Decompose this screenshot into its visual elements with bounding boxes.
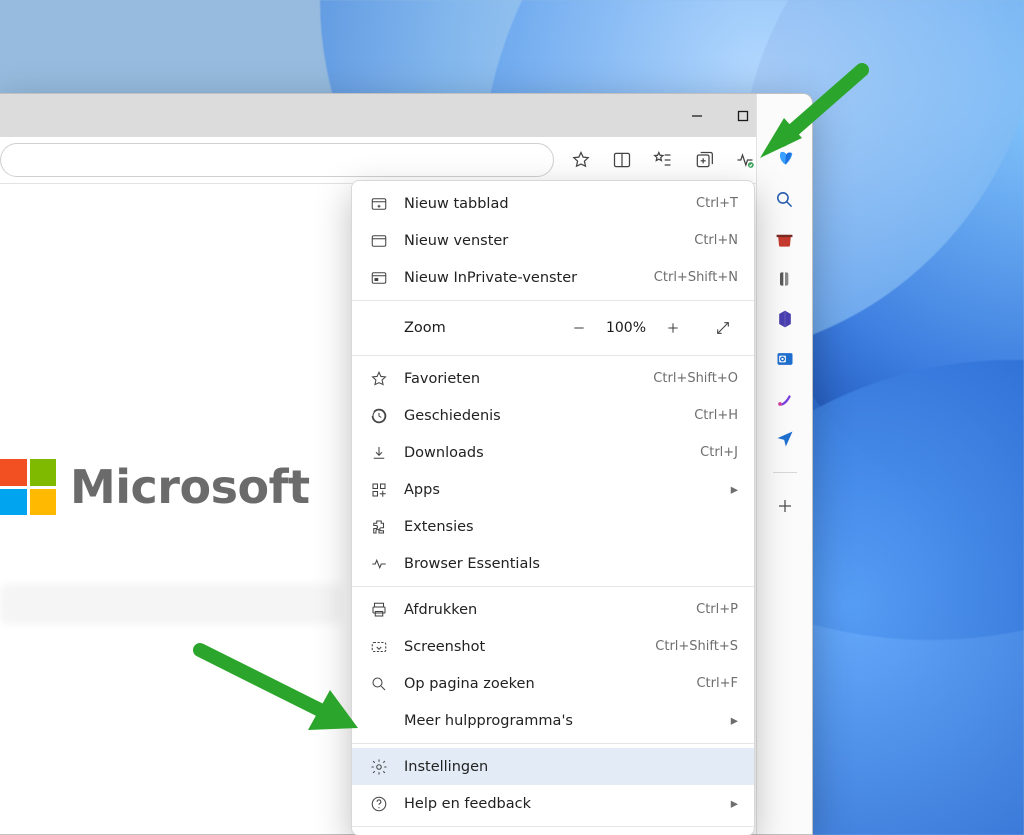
heartbeat-icon (368, 553, 390, 575)
menu-label: Screenshot (404, 639, 655, 655)
sidebar-separator (773, 472, 797, 473)
designer-icon[interactable] (774, 388, 796, 410)
window-minimize-button[interactable] (674, 94, 720, 137)
menu-label: Help en feedback (404, 796, 731, 812)
menu-label: Afdrukken (404, 602, 696, 618)
search-icon[interactable] (774, 188, 796, 210)
address-bar[interactable] (0, 143, 554, 177)
sidebar-add-button[interactable] (774, 495, 796, 517)
menu-label: Op pagina zoeken (404, 676, 696, 692)
menu-label: Meer hulpprogramma's (404, 713, 731, 729)
outlook-icon[interactable] (774, 348, 796, 370)
menu-print[interactable]: Afdrukken Ctrl+P (352, 591, 754, 628)
shopping-icon[interactable] (774, 228, 796, 250)
copilot-icon[interactable] (774, 148, 796, 170)
menu-favorites[interactable]: Favorieten Ctrl+Shift+O (352, 360, 754, 397)
print-icon (368, 599, 390, 621)
extensions-icon (368, 516, 390, 538)
menu-label: Nieuw tabblad (404, 196, 696, 212)
favorites-list-button[interactable] (643, 142, 683, 178)
menu-find[interactable]: Op pagina zoeken Ctrl+F (352, 665, 754, 702)
split-screen-button[interactable] (602, 142, 642, 178)
menu-extensions[interactable]: Extensies (352, 508, 754, 545)
new-tab-icon (368, 193, 390, 215)
inprivate-icon (368, 267, 390, 289)
microsoft-wordmark: Microsoft (70, 460, 310, 514)
menu-label: Favorieten (404, 371, 653, 387)
browser-toolbar (0, 137, 812, 184)
submenu-arrow-icon: ▸ (731, 713, 738, 729)
microsoft-logo: Microsoft (0, 459, 310, 515)
menu-shortcut: Ctrl+F (696, 676, 738, 691)
zoom-out-button[interactable] (564, 313, 594, 343)
gear-icon (368, 756, 390, 778)
zoom-label: Zoom (404, 320, 554, 336)
fullscreen-button[interactable] (708, 313, 738, 343)
office-icon[interactable] (774, 308, 796, 330)
menu-shortcut: Ctrl+J (700, 445, 738, 460)
menu-shortcut: Ctrl+Shift+N (654, 270, 738, 285)
help-icon (368, 793, 390, 815)
menu-label: Geschiedenis (404, 408, 694, 424)
menu-help[interactable]: Help en feedback ▸ (352, 785, 754, 822)
games-icon[interactable] (774, 268, 796, 290)
zoom-value: 100% (604, 320, 648, 336)
menu-history[interactable]: Geschiedenis Ctrl+H (352, 397, 754, 434)
menu-shortcut: Ctrl+T (696, 196, 738, 211)
collections-button[interactable] (684, 142, 724, 178)
menu-screenshot[interactable]: Screenshot Ctrl+Shift+S (352, 628, 754, 665)
window-titlebar (0, 94, 812, 137)
menu-separator (352, 586, 754, 587)
apps-icon (368, 479, 390, 501)
menu-label: Nieuw InPrivate-venster (404, 270, 654, 286)
menu-zoom-row: Zoom 100% (352, 305, 754, 351)
edge-sidebar (756, 94, 812, 834)
menu-label: Instellingen (404, 759, 738, 775)
menu-separator (352, 355, 754, 356)
submenu-arrow-icon: ▸ (731, 482, 738, 498)
menu-label: Nieuw venster (404, 233, 694, 249)
favorite-star-button[interactable] (561, 142, 601, 178)
menu-downloads[interactable]: Downloads Ctrl+J (352, 434, 754, 471)
menu-label: Browser Essentials (404, 556, 738, 572)
new-window-icon (368, 230, 390, 252)
zoom-in-button[interactable] (658, 313, 688, 343)
menu-label: Extensies (404, 519, 738, 535)
menu-new-inprivate[interactable]: Nieuw InPrivate-venster Ctrl+Shift+N (352, 259, 754, 296)
menu-shortcut: Ctrl+H (694, 408, 738, 423)
blurred-content (0, 584, 342, 624)
menu-shortcut: Ctrl+P (696, 602, 738, 617)
menu-new-window[interactable]: Nieuw venster Ctrl+N (352, 222, 754, 259)
settings-and-more-menu: Nieuw tabblad Ctrl+T Nieuw venster Ctrl+… (351, 180, 755, 835)
send-icon[interactable] (774, 428, 796, 450)
blank-icon (368, 710, 390, 732)
menu-new-tab[interactable]: Nieuw tabblad Ctrl+T (352, 185, 754, 222)
menu-settings[interactable]: Instellingen (352, 748, 754, 785)
menu-shortcut: Ctrl+N (694, 233, 738, 248)
menu-shortcut: Ctrl+Shift+S (655, 639, 738, 654)
menu-shortcut: Ctrl+Shift+O (653, 371, 738, 386)
screenshot-icon (368, 636, 390, 658)
history-icon (368, 405, 390, 427)
star-icon (368, 368, 390, 390)
menu-separator (352, 300, 754, 301)
submenu-arrow-icon: ▸ (731, 796, 738, 812)
find-icon (368, 673, 390, 695)
microsoft-logo-icon (0, 459, 56, 515)
menu-apps[interactable]: Apps ▸ (352, 471, 754, 508)
menu-essentials[interactable]: Browser Essentials (352, 545, 754, 582)
download-icon (368, 442, 390, 464)
menu-separator (352, 826, 754, 827)
menu-separator (352, 743, 754, 744)
menu-label: Apps (404, 482, 731, 498)
menu-more-tools[interactable]: Meer hulpprogramma's ▸ (352, 702, 754, 739)
menu-label: Downloads (404, 445, 700, 461)
